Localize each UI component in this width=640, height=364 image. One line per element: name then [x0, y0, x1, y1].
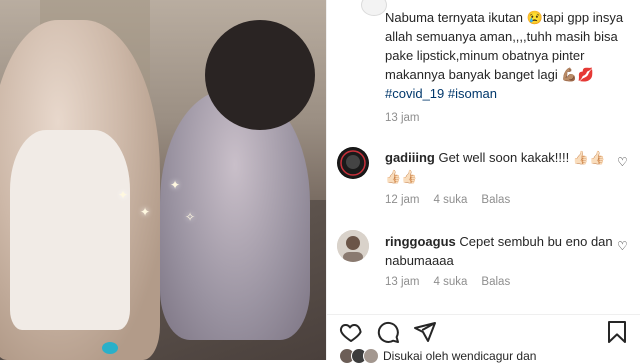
comment-body: ringgoagus Cepet sembuh bu eno dan nabum… — [385, 232, 615, 270]
photo-sparkle: ✦ — [170, 178, 181, 192]
heart-icon[interactable] — [339, 320, 363, 344]
comment-like-icon[interactable]: ♡ — [617, 240, 629, 252]
photo-sparkle: ✧ — [185, 210, 196, 224]
comment-reply-button[interactable]: Balas — [481, 194, 510, 206]
comment-icon[interactable] — [376, 320, 400, 344]
photo-child-head — [205, 20, 315, 130]
photo-child — [160, 90, 310, 340]
avatar-image — [337, 230, 369, 262]
photo-sparkle: ✦ — [118, 188, 129, 202]
liked-by-row[interactable]: Disukai oleh wendicagur dan — [339, 348, 536, 364]
comment-time[interactable]: 13 jam — [385, 276, 420, 288]
comment-username[interactable]: ringgoagus — [385, 234, 456, 249]
comment-meta: 12 jam 4 suka Balas — [385, 194, 510, 206]
caption-text: Nabuma ternyata ikutan 😢tapi gpp insya a… — [385, 10, 624, 82]
avatar-image — [338, 148, 368, 178]
comment-username[interactable]: gadiiing — [385, 150, 435, 165]
author-avatar[interactable] — [361, 0, 387, 16]
commenter-avatar[interactable] — [337, 147, 369, 179]
liker-avatar — [363, 348, 379, 364]
comment-likes[interactable]: 4 suka — [434, 276, 468, 288]
comment-time[interactable]: 12 jam — [385, 194, 420, 206]
photo-toy — [102, 342, 118, 354]
caption-time[interactable]: 13 jam — [385, 112, 420, 124]
post-caption: Nabuma ternyata ikutan 😢tapi gpp insya a… — [385, 8, 635, 103]
commenter-avatar[interactable] — [337, 230, 369, 262]
comment-body: gadiiing Get well soon kakak!!!! 👍🏻👍🏻👍🏻👍… — [385, 148, 615, 186]
comment-like-icon[interactable]: ♡ — [617, 156, 629, 168]
comment-meta: 13 jam 4 suka Balas — [385, 276, 510, 288]
photo-dress — [10, 130, 130, 330]
liked-by-text: Disukai oleh wendicagur dan — [383, 349, 537, 363]
share-icon[interactable] — [413, 320, 437, 344]
comment-likes[interactable]: 4 suka — [434, 194, 468, 206]
post-photo: ✦ ✦ ✦ ✧ — [0, 0, 326, 360]
bookmark-icon[interactable] — [605, 320, 629, 344]
liked-by-avatars — [339, 348, 379, 364]
caption-hashtags[interactable]: #covid_19 #isoman — [385, 86, 497, 101]
comment-reply-button[interactable]: Balas — [481, 276, 510, 288]
comments-panel: Nabuma ternyata ikutan 😢tapi gpp insya a… — [326, 0, 640, 364]
photo-sparkle: ✦ — [140, 205, 151, 219]
